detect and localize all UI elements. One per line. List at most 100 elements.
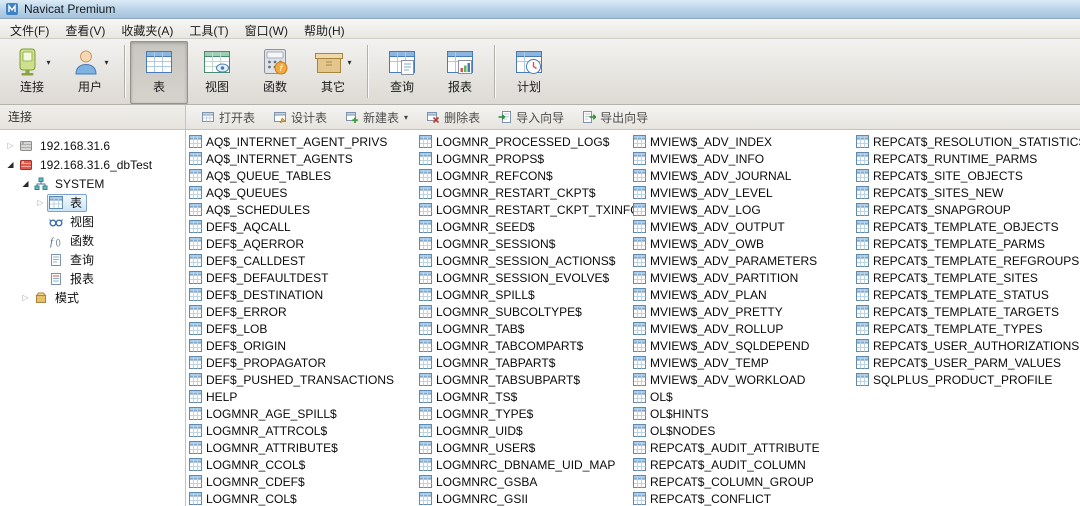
object-toolbar-button-import-wizard[interactable]: 导入向导	[491, 106, 571, 129]
table-item[interactable]: OL$NODES	[633, 422, 858, 439]
tree-item-schemas[interactable]: ▷ 模式	[0, 288, 185, 307]
table-item[interactable]: DEF$_DEFAULTDEST	[189, 269, 414, 286]
table-item[interactable]: REPCAT$_TEMPLATE_TARGETS	[856, 303, 1080, 320]
expander-collapsed-icon[interactable]: ▷	[19, 293, 32, 302]
table-item[interactable]: REPCAT$_SNAPGROUP	[856, 201, 1080, 218]
table-item[interactable]: REPCAT$_AUDIT_COLUMN	[633, 456, 858, 473]
menu-item-0[interactable]: 文件(F)	[2, 19, 57, 38]
table-item[interactable]: MVIEW$_ADV_TEMP	[633, 354, 858, 371]
table-item[interactable]: LOGMNR_SESSION_ACTIONS$	[419, 252, 644, 269]
table-item[interactable]: LOGMNR_COL$	[189, 490, 414, 506]
object-toolbar-button-open-table[interactable]: 打开表	[194, 106, 262, 129]
table-item[interactable]: DEF$_LOB	[189, 320, 414, 337]
tree-item-server-red[interactable]: ◢ 192.168.31.6_dbTest	[0, 155, 185, 174]
table-item[interactable]: LOGMNR_TS$	[419, 388, 644, 405]
table-item[interactable]: DEF$_PROPAGATOR	[189, 354, 414, 371]
object-toolbar-button-design-table[interactable]: 设计表	[266, 106, 334, 129]
tree-item-views[interactable]: 视图	[0, 212, 185, 231]
table-item[interactable]: REPCAT$_TEMPLATE_PARMS	[856, 235, 1080, 252]
table-item[interactable]: DEF$_PUSHED_TRANSACTIONS	[189, 371, 414, 388]
table-item[interactable]: REPCAT$_USER_PARM_VALUES	[856, 354, 1080, 371]
menu-item-1[interactable]: 查看(V)	[57, 19, 113, 38]
table-item[interactable]: REPCAT$_TEMPLATE_REFGROUPS	[856, 252, 1080, 269]
table-item[interactable]: LOGMNRC_GSII	[419, 490, 644, 506]
toolbar-button-function[interactable]: f 函数	[246, 41, 304, 104]
toolbar-button-query[interactable]: 查询	[373, 41, 431, 104]
table-item[interactable]: REPCAT$_USER_AUTHORIZATIONS	[856, 337, 1080, 354]
table-item[interactable]: LOGMNR_TABCOMPART$	[419, 337, 644, 354]
table-item[interactable]: LOGMNR_SESSION$	[419, 235, 644, 252]
table-item[interactable]: REPCAT$_SITES_NEW	[856, 184, 1080, 201]
table-item[interactable]: LOGMNR_TABPART$	[419, 354, 644, 371]
table-item[interactable]: AQ$_QUEUES	[189, 184, 414, 201]
object-toolbar-button-export-wizard[interactable]: 导出向导	[575, 106, 655, 129]
tree-item-reports[interactable]: 报表	[0, 269, 185, 288]
table-item[interactable]: REPCAT$_TEMPLATE_STATUS	[856, 286, 1080, 303]
table-item[interactable]: LOGMNR_UID$	[419, 422, 644, 439]
table-item[interactable]: LOGMNR_PROCESSED_LOG$	[419, 133, 644, 150]
table-item[interactable]: AQ$_INTERNET_AGENTS	[189, 150, 414, 167]
tree-item-server-gray[interactable]: ▷ 192.168.31.6	[0, 136, 185, 155]
table-item[interactable]: LOGMNR_TAB$	[419, 320, 644, 337]
dropdown-arrow-icon[interactable]: ▾	[347, 58, 351, 67]
table-item[interactable]: LOGMNR_TYPE$	[419, 405, 644, 422]
table-item[interactable]: AQ$_SCHEDULES	[189, 201, 414, 218]
table-item[interactable]: MVIEW$_ADV_WORKLOAD	[633, 371, 858, 388]
table-item[interactable]: LOGMNR_SPILL$	[419, 286, 644, 303]
toolbar-button-view[interactable]: 视图	[188, 41, 246, 104]
table-item[interactable]: MVIEW$_ADV_JOURNAL	[633, 167, 858, 184]
toolbar-button-table[interactable]: 表	[130, 41, 188, 104]
table-item[interactable]: REPCAT$_TEMPLATE_OBJECTS	[856, 218, 1080, 235]
table-item[interactable]: REPCAT$_TEMPLATE_TYPES	[856, 320, 1080, 337]
table-item[interactable]: DEF$_AQERROR	[189, 235, 414, 252]
table-item[interactable]: LOGMNR_SUBCOLTYPE$	[419, 303, 644, 320]
toolbar-button-other[interactable]: ▾ 其它	[304, 41, 362, 104]
titlebar[interactable]: Navicat Premium	[0, 0, 1080, 19]
table-item[interactable]: LOGMNR_ATTRIBUTE$	[189, 439, 414, 456]
table-item[interactable]: LOGMNR_USER$	[419, 439, 644, 456]
toolbar-button-report[interactable]: 报表	[431, 41, 489, 104]
table-item[interactable]: DEF$_ERROR	[189, 303, 414, 320]
table-item[interactable]: MVIEW$_ADV_SQLDEPEND	[633, 337, 858, 354]
dropdown-arrow-icon[interactable]: ▾	[104, 58, 108, 67]
table-item[interactable]: LOGMNR_RESTART_CKPT$	[419, 184, 644, 201]
table-item[interactable]: REPCAT$_CONFLICT	[633, 490, 858, 506]
table-item[interactable]: MVIEW$_ADV_PRETTY	[633, 303, 858, 320]
table-item[interactable]: SQLPLUS_PRODUCT_PROFILE	[856, 371, 1080, 388]
menu-item-4[interactable]: 窗口(W)	[237, 19, 296, 38]
menu-item-3[interactable]: 工具(T)	[181, 19, 236, 38]
dropdown-arrow-icon[interactable]: ▾	[404, 113, 408, 122]
table-item[interactable]: MVIEW$_ADV_PLAN	[633, 286, 858, 303]
table-item[interactable]: MVIEW$_ADV_ROLLUP	[633, 320, 858, 337]
expander-collapsed-icon[interactable]: ▷	[4, 141, 17, 150]
table-item[interactable]: REPCAT$_RESOLUTION_STATISTICS	[856, 133, 1080, 150]
table-item[interactable]: LOGMNR_PROPS$	[419, 150, 644, 167]
object-toolbar-button-new-table[interactable]: 新建表 ▾	[338, 106, 415, 129]
expander-expanded-icon[interactable]: ◢	[19, 179, 32, 188]
tree-item-tables[interactable]: ▷ 表	[0, 193, 185, 212]
table-item[interactable]: LOGMNR_RESTART_CKPT_TXINFO$	[419, 201, 646, 218]
table-item[interactable]: MVIEW$_ADV_LOG	[633, 201, 858, 218]
table-item[interactable]: MVIEW$_ADV_INDEX	[633, 133, 858, 150]
table-item[interactable]: OL$HINTS	[633, 405, 858, 422]
table-item[interactable]: LOGMNR_ATTRCOL$	[189, 422, 414, 439]
table-item[interactable]: MVIEW$_ADV_INFO	[633, 150, 858, 167]
table-item[interactable]: HELP	[189, 388, 414, 405]
table-item[interactable]: REPCAT$_COLUMN_GROUP	[633, 473, 858, 490]
table-item[interactable]: MVIEW$_ADV_OUTPUT	[633, 218, 858, 235]
table-item[interactable]: MVIEW$_ADV_PARAMETERS	[633, 252, 858, 269]
table-item[interactable]: DEF$_AQCALL	[189, 218, 414, 235]
toolbar-button-connection[interactable]: ▾ 连接	[3, 41, 61, 104]
table-item[interactable]: LOGMNR_SEED$	[419, 218, 644, 235]
table-item[interactable]: MVIEW$_ADV_PARTITION	[633, 269, 858, 286]
table-item[interactable]: LOGMNRC_GSBA	[419, 473, 644, 490]
tree-item-queries[interactable]: 查询	[0, 250, 185, 269]
table-item[interactable]: MVIEW$_ADV_LEVEL	[633, 184, 858, 201]
table-item[interactable]: DEF$_CALLDEST	[189, 252, 414, 269]
table-item[interactable]: AQ$_INTERNET_AGENT_PRIVS	[189, 133, 414, 150]
table-item[interactable]: REPCAT$_AUDIT_ATTRIBUTE	[633, 439, 858, 456]
tree-item-schema[interactable]: ◢ SYSTEM	[0, 174, 185, 193]
expander-expanded-icon[interactable]: ◢	[4, 160, 17, 169]
table-item[interactable]: LOGMNR_CDEF$	[189, 473, 414, 490]
table-item[interactable]: DEF$_ORIGIN	[189, 337, 414, 354]
